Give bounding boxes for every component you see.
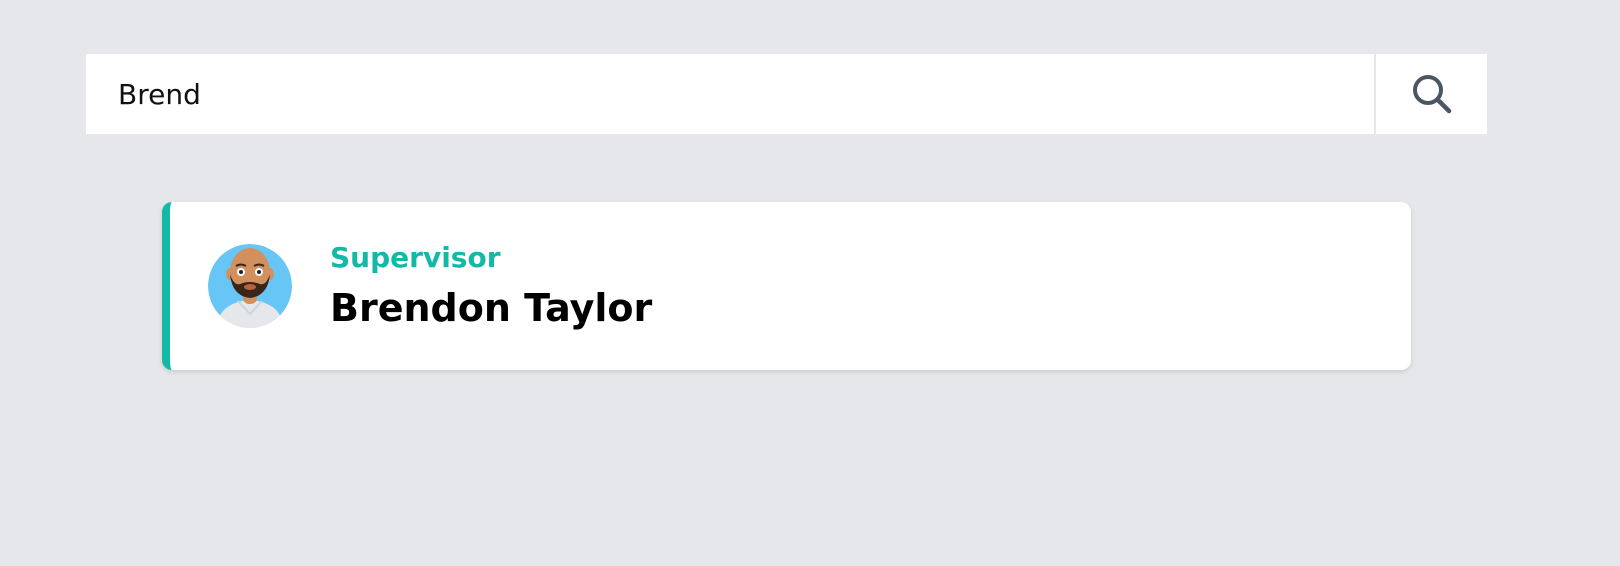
avatar [208,244,292,328]
result-text: Supervisor Brendon Taylor [330,240,652,332]
result-role: Supervisor [330,241,501,274]
search-input[interactable] [86,54,1374,134]
result-card[interactable]: Supervisor Brendon Taylor [162,202,1411,370]
search-icon [1412,75,1451,114]
search-bar [86,54,1487,134]
person-avatar-icon [208,244,292,328]
search-button[interactable] [1374,54,1487,134]
result-name: Brendon Taylor [330,286,653,330]
